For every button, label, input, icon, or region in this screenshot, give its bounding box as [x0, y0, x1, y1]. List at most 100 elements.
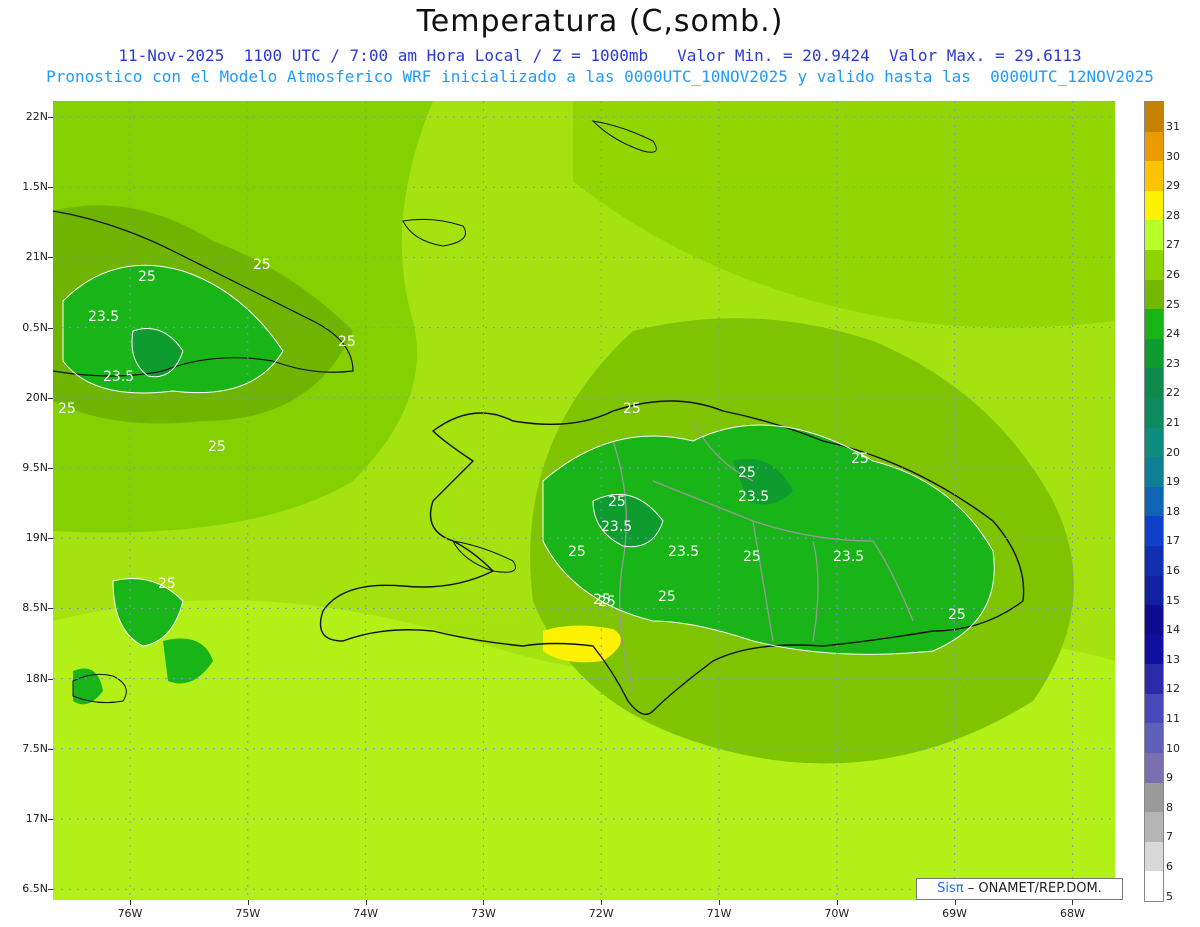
lon-tick [719, 900, 720, 905]
legend-label: 31 [1166, 120, 1180, 133]
map-canvas: 25 25 23.5 25 23.5 25 25 25 25 23.5 25 23.5 25 25 25 25… [53, 101, 1115, 900]
contour-label: 25 [738, 465, 756, 481]
legend-swatch [1145, 161, 1163, 191]
legend-swatch [1145, 102, 1163, 132]
lon-tick [483, 900, 485, 905]
legend-label: 9 [1166, 771, 1173, 785]
legend-label: 28 [1166, 208, 1180, 222]
contour-label: 23.5 [88, 309, 119, 325]
lat-label: 19N [25, 531, 48, 545]
contour-label: 25 [253, 257, 271, 273]
legend-label: 6 [1166, 860, 1173, 873]
lat-label: 18N [25, 671, 48, 685]
lat-label: 6.5N [22, 882, 48, 896]
legend-swatch [1145, 575, 1163, 606]
legend-label: 30 [1166, 149, 1180, 163]
legend-label: 23 [1166, 356, 1180, 370]
contour-label: 25 [158, 576, 176, 592]
legend-swatch [1145, 220, 1163, 250]
legend-swatch [1145, 309, 1163, 339]
lon-tick [954, 900, 956, 905]
legend-label: 19 [1166, 475, 1180, 489]
legend-swatch [1145, 693, 1163, 724]
contour-label: 25 [851, 451, 869, 467]
credit-text: – ONAMET/REP.DOM. [967, 881, 1102, 896]
legend-swatch [1145, 338, 1163, 369]
legend-swatch [1145, 427, 1163, 458]
contour-label: 23.5 [103, 369, 134, 385]
legend-label: 16 [1166, 564, 1180, 577]
lon-tick [247, 900, 249, 905]
lon-label: 71W [706, 907, 732, 920]
contour-label: 25 [658, 589, 676, 605]
lon-label: 69W [942, 907, 968, 920]
credit-box: Sisπ – ONAMET/REP.DOM. [916, 878, 1123, 900]
legend-swatch [1145, 131, 1163, 162]
map-subtitle-time: 11-Nov-2025 1100 UTC / 7:00 am Hora Loca… [118, 46, 1082, 65]
legend-label: 7 [1166, 830, 1173, 844]
lat-label: 9.5N [22, 461, 48, 474]
legend-swatch [1145, 605, 1163, 635]
contour-label: 23.5 [601, 519, 632, 535]
map-title: Temperatura (C,somb.) [416, 4, 784, 39]
lat-label: 1.5N [22, 180, 48, 194]
lat-label: 20N [25, 390, 48, 404]
legend-swatch [1145, 753, 1163, 783]
legend-label: 21 [1166, 416, 1180, 429]
contour-label: 25 [743, 549, 761, 565]
legend-label: 17 [1166, 534, 1180, 548]
lon-label: 70W [824, 907, 850, 920]
contour-label: 25 [338, 334, 356, 350]
lat-label: 7.5N [22, 741, 48, 755]
legend-label: 13 [1166, 652, 1180, 666]
legend-swatch [1145, 279, 1163, 310]
contour-label: 25 [58, 401, 76, 417]
contour-label: 23.5 [668, 544, 699, 560]
legend-label: 11 [1166, 712, 1180, 725]
contour-label: 25 [208, 439, 226, 455]
lon-label: 73W [470, 907, 496, 920]
legend-label: 8 [1166, 800, 1173, 814]
lon-tick [601, 900, 603, 905]
legend-swatch [1145, 457, 1163, 487]
legend-swatch [1145, 368, 1163, 398]
lat-label: 22N [25, 110, 48, 123]
lat-label: 8.5N [22, 601, 48, 615]
legend-label: 26 [1166, 268, 1180, 281]
contour-label: 23.5 [738, 489, 769, 505]
legend-label: 29 [1166, 179, 1180, 193]
lon-tick [836, 900, 838, 905]
lon-label: 75W [235, 907, 261, 920]
legend-label: 12 [1166, 682, 1180, 696]
legend-swatch [1145, 723, 1163, 754]
legend-swatch [1145, 634, 1163, 665]
lat-label: 0.5N [22, 320, 48, 334]
lon-label: 72W [588, 907, 614, 920]
lon-label: 76W [117, 907, 143, 920]
legend-label: 25 [1166, 297, 1180, 311]
contour-label: 25 [568, 544, 586, 560]
map-subtitle-model: Pronostico con el Modelo Atmosferico WRF… [46, 67, 1154, 86]
contour-label: 23.5 [833, 549, 864, 565]
legend-swatch [1145, 782, 1163, 813]
legend-label: 20 [1166, 445, 1180, 459]
legend-label: 22 [1166, 386, 1180, 400]
legend-swatch [1145, 516, 1163, 546]
contour-label: 25 [598, 594, 616, 610]
legend-label: 15 [1166, 593, 1180, 607]
contour-label: 25 [948, 607, 966, 623]
temperature-map[interactable]: 25 25 23.5 25 23.5 25 25 25 25 23.5 25 23.5 25 25 25 25… [53, 101, 1115, 900]
lon-tick [1072, 900, 1074, 905]
contour-label: 25 [138, 269, 156, 285]
color-legend [1144, 101, 1164, 903]
lon-tick [365, 900, 367, 905]
contour-label: 25 [608, 494, 626, 510]
lon-tick [130, 900, 131, 905]
legend-swatch [1145, 841, 1163, 872]
legend-label: 24 [1166, 327, 1180, 341]
legend-label: 18 [1166, 504, 1180, 518]
legend-swatch [1145, 545, 1163, 576]
legend-label: 5 [1166, 889, 1173, 903]
contour-label: 25 [623, 401, 641, 417]
legend-swatch [1145, 486, 1163, 517]
